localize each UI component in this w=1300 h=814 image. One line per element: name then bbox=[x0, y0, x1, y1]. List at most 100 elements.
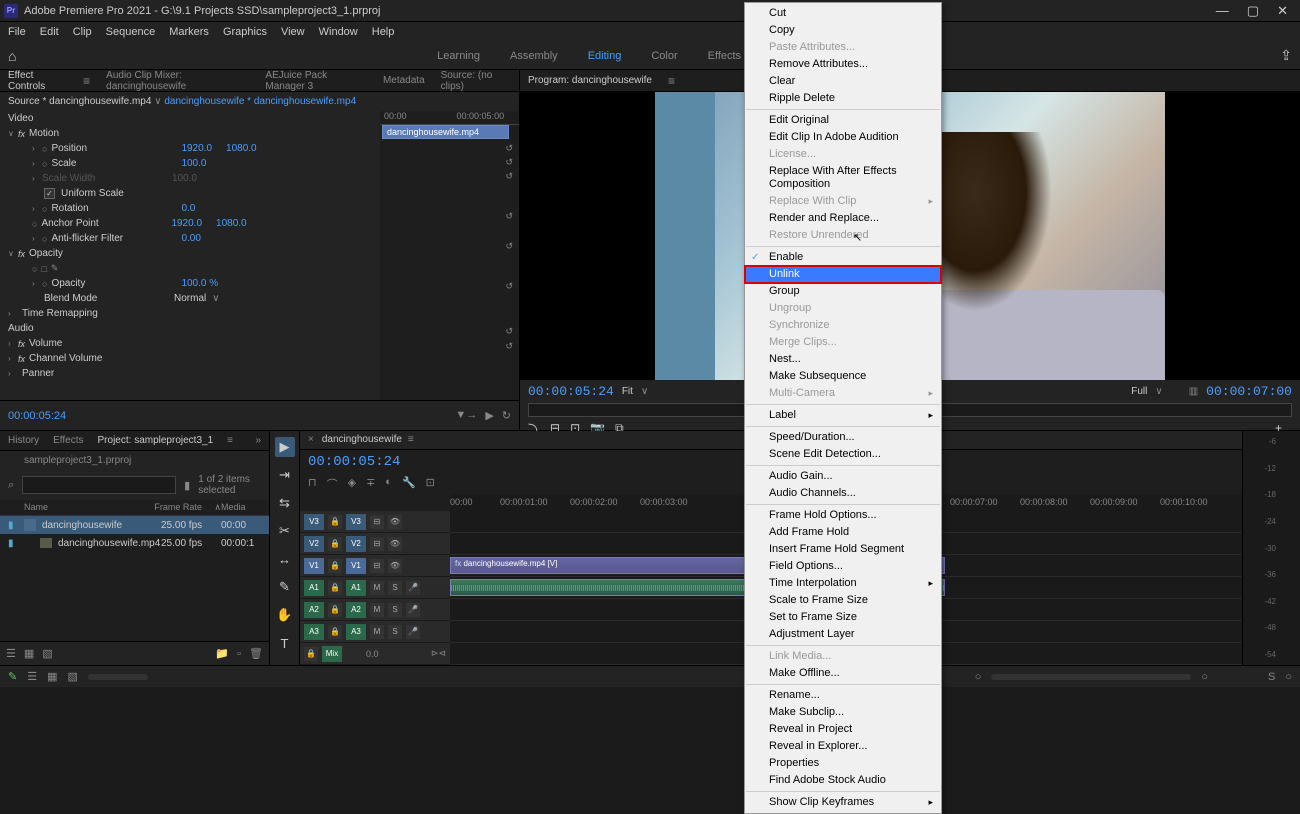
menu-item-frame-hold-options[interactable]: Frame Hold Options... bbox=[745, 507, 941, 524]
time-remap-label[interactable]: Time Remapping bbox=[22, 308, 152, 319]
track-a2[interactable]: A2 bbox=[304, 602, 324, 618]
list-view-icon[interactable]: ☰ bbox=[6, 647, 16, 660]
menu-markers[interactable]: Markers bbox=[169, 26, 209, 38]
col-name[interactable]: Name bbox=[24, 502, 154, 513]
workspace-color[interactable]: Color bbox=[651, 50, 677, 62]
keyframe-icon[interactable]: ↺ bbox=[505, 326, 513, 337]
track-mix[interactable]: Mix bbox=[322, 646, 342, 662]
workspace-editing[interactable]: Editing bbox=[588, 50, 622, 62]
tab-history[interactable]: History bbox=[8, 435, 39, 446]
ripple-edit-tool[interactable]: ⇆ bbox=[275, 493, 295, 513]
panner-label[interactable]: Panner bbox=[22, 368, 152, 379]
menu-item-add-frame-hold[interactable]: Add Frame Hold bbox=[745, 524, 941, 541]
project-search-input[interactable] bbox=[22, 476, 176, 494]
track-v2[interactable]: V2 bbox=[304, 536, 324, 552]
menu-item-show-clip-keyframes[interactable]: Show Clip Keyframes bbox=[745, 794, 941, 811]
channel-volume-label[interactable]: Channel Volume bbox=[29, 353, 159, 364]
bin-icon[interactable]: ▮ bbox=[184, 479, 190, 492]
effect-timeline[interactable]: 00:0000:00:05:00 dancinghousewife.mp4 ↺ … bbox=[380, 111, 519, 400]
selection-tool[interactable]: ▶ bbox=[275, 437, 295, 457]
timeline-zoom-slider[interactable] bbox=[991, 674, 1191, 680]
view-icon-icon[interactable]: ▦ bbox=[47, 670, 57, 683]
solo-icon[interactable]: S bbox=[1268, 671, 1275, 683]
program-timecode-left[interactable]: 00:00:05:24 bbox=[528, 384, 614, 399]
share-icon[interactable]: ⇪ bbox=[1280, 47, 1292, 64]
menu-item-edit-clip-in-adobe-audition[interactable]: Edit Clip In Adobe Audition bbox=[745, 129, 941, 146]
menu-item-properties[interactable]: Properties bbox=[745, 755, 941, 772]
timeline-tab-menu[interactable]: ≡ bbox=[408, 434, 414, 445]
effect-timecode[interactable]: 00:00:05:24 bbox=[8, 410, 66, 422]
source-link[interactable]: dancinghousewife * dancinghousewife.mp4 bbox=[164, 96, 356, 107]
tab-effect-controls[interactable]: Effect Controls bbox=[8, 70, 67, 92]
menu-item-set-to-frame-size[interactable]: Set to Frame Size bbox=[745, 609, 941, 626]
workspace-effects[interactable]: Effects bbox=[708, 50, 741, 62]
scale-dropdown[interactable]: Full bbox=[1131, 386, 1147, 397]
uniform-scale-checkbox[interactable]: ✓ bbox=[44, 188, 55, 199]
motion-label[interactable]: Motion bbox=[29, 128, 159, 139]
opacity-label[interactable]: Opacity bbox=[29, 248, 159, 259]
minimize-button[interactable]: — bbox=[1216, 3, 1229, 19]
lock-icon[interactable]: 🔒 bbox=[328, 515, 342, 529]
col-framerate[interactable]: Frame Rate bbox=[154, 502, 214, 513]
menu-item-scale-to-frame-size[interactable]: Scale to Frame Size bbox=[745, 592, 941, 609]
wrench-icon[interactable]: 🔧 bbox=[402, 476, 416, 492]
icon-view-icon[interactable]: ▦ bbox=[24, 647, 34, 660]
menu-file[interactable]: File bbox=[8, 26, 26, 38]
timeline-zoom-out-icon[interactable]: ○ bbox=[975, 671, 982, 683]
tab-audio-clip-mixer[interactable]: Audio Clip Mixer: dancinghousewife bbox=[106, 70, 249, 92]
view-freeform-icon[interactable]: ▧ bbox=[68, 670, 78, 683]
mute-icon[interactable]: ○ bbox=[1285, 671, 1292, 683]
menu-item-clear[interactable]: Clear bbox=[745, 73, 941, 90]
flicker-val[interactable]: 0.00 bbox=[181, 233, 200, 244]
menu-item-edit-original[interactable]: Edit Original bbox=[745, 112, 941, 129]
close-button[interactable]: ✕ bbox=[1277, 3, 1288, 19]
pen-tool[interactable]: ✎ bbox=[275, 577, 295, 597]
panel-chevron-icon[interactable]: » bbox=[255, 435, 261, 446]
insert-icon[interactable]: ◐ bbox=[385, 476, 392, 492]
project-tab-menu[interactable]: ≡ bbox=[227, 435, 233, 446]
loop-icon[interactable]: ↻ bbox=[502, 409, 511, 422]
keyframe-icon[interactable]: ↺ bbox=[505, 157, 513, 168]
effect-clip-bar[interactable]: dancinghousewife.mp4 bbox=[382, 125, 509, 139]
menu-item-reveal-in-project[interactable]: Reveal in Project bbox=[745, 721, 941, 738]
menu-sequence[interactable]: Sequence bbox=[106, 26, 156, 38]
keyframe-icon[interactable]: ↺ bbox=[505, 281, 513, 292]
track-a1[interactable]: A1 bbox=[304, 580, 324, 596]
program-tab-menu[interactable]: ≡ bbox=[668, 74, 675, 88]
project-item-sequence[interactable]: ▮ dancinghousewife 25.00 fps 00:00 bbox=[0, 516, 269, 534]
marker-icon[interactable]: ◈ bbox=[348, 476, 356, 492]
blend-val[interactable]: Normal bbox=[174, 293, 206, 304]
menu-item-insert-frame-hold-segment[interactable]: Insert Frame Hold Segment bbox=[745, 541, 941, 558]
timeline-tab[interactable]: dancinghousewife bbox=[322, 434, 402, 445]
menu-item-make-offline[interactable]: Make Offline... bbox=[745, 665, 941, 682]
menu-item-copy[interactable]: Copy bbox=[745, 22, 941, 39]
timeline-display-icon[interactable]: ∓ bbox=[366, 476, 375, 492]
slip-tool[interactable]: ↔ bbox=[275, 549, 295, 569]
view-list-icon[interactable]: ☰ bbox=[27, 670, 37, 683]
track-v3[interactable]: V3 bbox=[304, 514, 324, 530]
menu-item-scene-edit-detection[interactable]: Scene Edit Detection... bbox=[745, 446, 941, 463]
snap-icon[interactable]: ⊓ bbox=[308, 476, 317, 492]
menu-item-label[interactable]: Label bbox=[745, 407, 941, 424]
anchor-x[interactable]: 1920.0 bbox=[171, 218, 202, 229]
rotation-val[interactable]: 0.0 bbox=[181, 203, 195, 214]
menu-item-render-and-replace[interactable]: Render and Replace... bbox=[745, 210, 941, 227]
new-item-icon[interactable]: ▫ bbox=[237, 648, 241, 660]
project-item-clip[interactable]: ▮ dancinghousewife.mp4 25.00 fps 00:00:1 bbox=[0, 534, 269, 552]
timeline-zoom-in-icon[interactable]: ○ bbox=[1201, 671, 1208, 683]
menu-view[interactable]: View bbox=[281, 26, 305, 38]
menu-edit[interactable]: Edit bbox=[40, 26, 59, 38]
keyframe-icon[interactable]: ↺ bbox=[505, 211, 513, 222]
menu-item-time-interpolation[interactable]: Time Interpolation bbox=[745, 575, 941, 592]
menu-item-make-subclip[interactable]: Make Subclip... bbox=[745, 704, 941, 721]
tab-metadata[interactable]: Metadata bbox=[383, 75, 425, 86]
track-v1[interactable]: V1 bbox=[304, 558, 324, 574]
maximize-button[interactable]: ▢ bbox=[1247, 3, 1259, 19]
menu-help[interactable]: Help bbox=[372, 26, 395, 38]
linked-selection-icon[interactable]: ⌒ bbox=[327, 476, 338, 492]
new-bin-icon[interactable]: 📁 bbox=[215, 647, 229, 660]
menu-item-adjustment-layer[interactable]: Adjustment Layer bbox=[745, 626, 941, 643]
keyframe-icon[interactable]: ↺ bbox=[505, 171, 513, 182]
menu-item-audio-channels[interactable]: Audio Channels... bbox=[745, 485, 941, 502]
effect-ruler[interactable]: 00:0000:00:05:00 bbox=[380, 111, 519, 125]
